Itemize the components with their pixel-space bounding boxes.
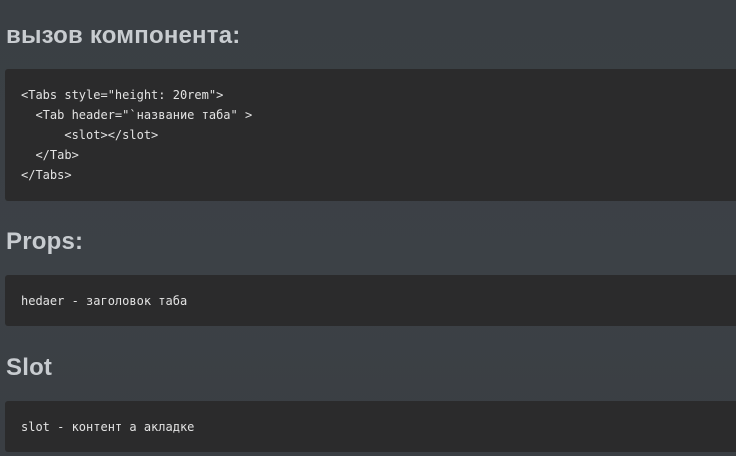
code-line: slot - контент а акладке: [21, 420, 195, 434]
section-title-props: Props:: [6, 228, 84, 255]
section-title-usage: вызов компонента:: [6, 22, 241, 49]
code-line: </Tab>: [21, 148, 79, 162]
section-title-slot: Slot: [6, 354, 53, 381]
code-line: <Tab header="`название таба" >: [21, 108, 253, 122]
code-line: <slot></slot>: [21, 128, 159, 142]
code-line: hedaer - заголовок таба: [21, 294, 188, 308]
code-block-slot: slot - контент а акладке: [5, 401, 736, 452]
code-line: <Tabs style="height: 20rem">: [21, 88, 224, 102]
code-block-props: hedaer - заголовок таба: [5, 275, 736, 326]
code-line: </Tabs>: [21, 168, 72, 182]
code-block-usage: <Tabs style="height: 20rem"> <Tab header…: [5, 69, 736, 201]
